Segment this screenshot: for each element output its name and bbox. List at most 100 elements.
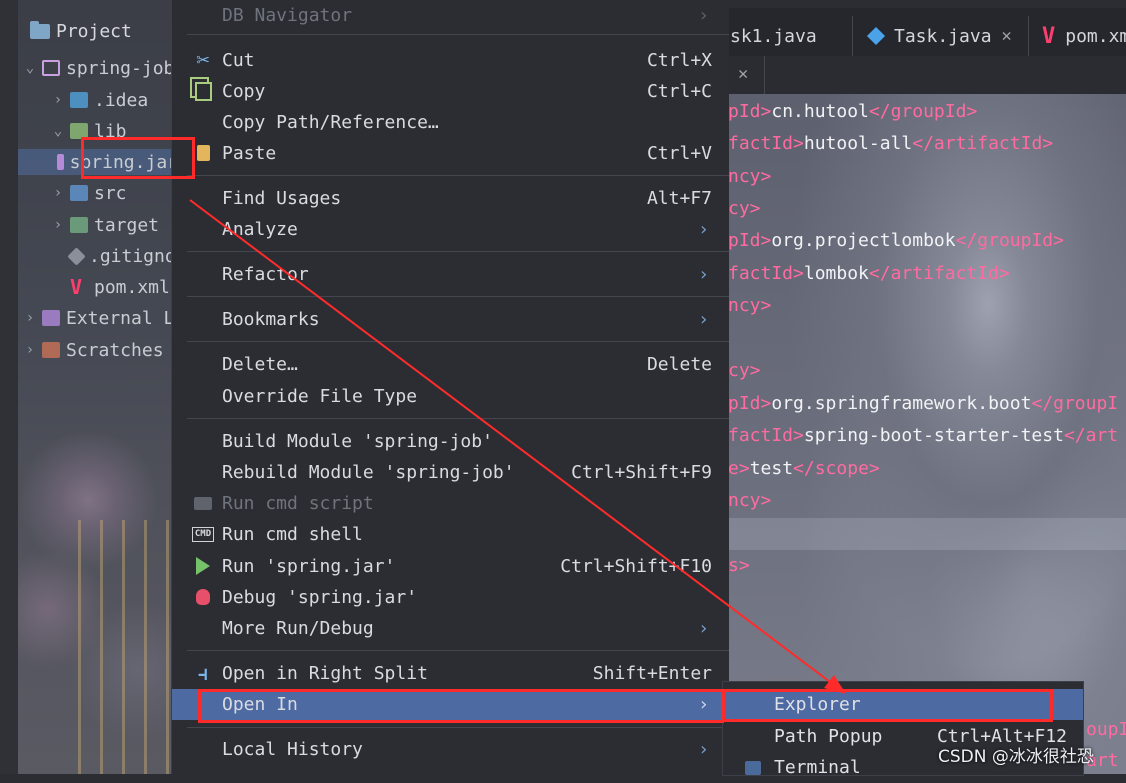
chevron-down-icon: ⌄ bbox=[25, 60, 35, 76]
code-line: factId>hutool-all</artifactId> bbox=[728, 133, 1054, 154]
tree-item-label: .idea bbox=[94, 89, 149, 111]
git-icon bbox=[67, 246, 86, 266]
printer-icon bbox=[192, 492, 214, 514]
tab-task-java[interactable]: Task.java ✕ bbox=[866, 18, 1012, 54]
code-line: oupI bbox=[1086, 719, 1126, 740]
menu-item-analyze[interactable]: Analyze › bbox=[172, 214, 729, 244]
tab-label: pom.xml bbox=[1065, 25, 1126, 47]
menu-item-copy[interactable]: Copy Ctrl+C bbox=[172, 76, 729, 106]
scratches-icon bbox=[42, 342, 60, 358]
code-line: pId>org.projectlombok</groupId> bbox=[728, 230, 1064, 251]
tree-item-target[interactable]: › target bbox=[50, 212, 159, 238]
maven-icon: V bbox=[1042, 23, 1056, 49]
editor-tab-bar: sk1.java Task.java ✕ V pom.xml bbox=[728, 8, 1126, 56]
tree-item-external-libraries[interactable]: › External Libraries bbox=[22, 305, 178, 331]
tree-item-scratches[interactable]: › Scratches and Consoles bbox=[22, 337, 178, 363]
chevron-right-icon: › bbox=[698, 218, 709, 240]
chevron-right-icon: › bbox=[698, 263, 709, 285]
code-line: s> bbox=[728, 555, 750, 576]
tab-label: sk1.java bbox=[730, 25, 817, 47]
code-editor[interactable]: pId>cn.hutool</groupId> factId>hutool-al… bbox=[728, 94, 1126, 774]
tab-label: Task.java bbox=[894, 25, 992, 47]
tree-item-label: spring-job bbox=[66, 57, 175, 79]
chevron-down-icon: ⌄ bbox=[53, 123, 63, 139]
menu-item-run-cmd-shell[interactable]: CMD Run cmd shell bbox=[172, 519, 729, 549]
chevron-right-icon: › bbox=[698, 617, 709, 639]
tab-pom-xml[interactable]: V pom.xml bbox=[1042, 18, 1126, 54]
code-line: ncy> bbox=[728, 295, 772, 316]
menu-item-refactor[interactable]: Refactor › bbox=[172, 259, 729, 289]
folder-icon bbox=[30, 20, 50, 39]
code-line: ncy> bbox=[728, 490, 772, 511]
annotation-box-jar bbox=[81, 137, 195, 179]
project-title: Project bbox=[56, 20, 132, 42]
cmd-icon: CMD bbox=[191, 523, 215, 545]
menu-item-rebuild-module[interactable]: Rebuild Module 'spring-job' Ctrl+Shift+F… bbox=[172, 457, 729, 487]
target-folder-icon bbox=[70, 217, 88, 233]
tree-item-label: target bbox=[94, 214, 160, 236]
menu-item-debug[interactable]: Debug 'spring.jar' bbox=[172, 582, 729, 612]
menu-item-local-history[interactable]: Local History › bbox=[172, 734, 729, 764]
close-icon[interactable]: ✕ bbox=[1002, 26, 1012, 46]
menu-item-cut[interactable]: ✂ Cut Ctrl+X bbox=[172, 45, 729, 75]
menu-item-build-module[interactable]: Build Module 'spring-job' bbox=[172, 426, 729, 456]
menu-item-bookmarks[interactable]: Bookmarks › bbox=[172, 304, 729, 334]
current-line-highlight bbox=[728, 518, 1126, 550]
menu-item-run-cmd-script[interactable]: Run cmd script bbox=[172, 488, 729, 518]
menu-item-copy-path[interactable]: Copy Path/Reference… bbox=[172, 107, 729, 137]
library-icon bbox=[42, 310, 60, 326]
code-line: cy> bbox=[728, 198, 761, 219]
annotation-box-explorer bbox=[722, 689, 1053, 722]
chevron-right-icon: › bbox=[698, 738, 709, 760]
close-icon[interactable]: ✕ bbox=[738, 64, 748, 84]
chevron-right-icon: › bbox=[25, 310, 35, 326]
copy-icon bbox=[192, 80, 214, 102]
tree-item-idea[interactable]: › .idea bbox=[50, 87, 148, 113]
code-line: pId>cn.hutool</groupId> bbox=[728, 101, 978, 122]
tree-item-src[interactable]: › src bbox=[50, 180, 127, 206]
menu-item-delete[interactable]: Delete… Delete bbox=[172, 349, 729, 379]
chevron-right-icon: › bbox=[53, 92, 63, 108]
terminal-icon bbox=[745, 760, 761, 775]
annotation-box-open-in bbox=[198, 689, 724, 723]
tab-sk1-java[interactable]: sk1.java bbox=[730, 18, 817, 54]
module-folder-icon bbox=[42, 60, 60, 76]
tree-item-gitignore[interactable]: .gitignore bbox=[66, 243, 178, 269]
chevron-right-icon: › bbox=[25, 342, 35, 358]
menu-item-more-run-debug[interactable]: More Run/Debug › bbox=[172, 613, 729, 643]
tree-item-label: pom.xml bbox=[94, 276, 170, 298]
project-panel-header[interactable]: Project bbox=[30, 18, 132, 44]
menu-item-find-usages[interactable]: Find Usages Alt+F7 bbox=[172, 183, 729, 213]
code-line: e>test</scope> bbox=[728, 458, 880, 479]
tree-item-label: Scratches and Consoles bbox=[66, 339, 178, 361]
source-folder-icon bbox=[70, 185, 88, 201]
idea-folder-icon bbox=[70, 92, 88, 108]
menu-item-run[interactable]: Run 'spring.jar' Ctrl+Shift+F10 bbox=[172, 551, 729, 581]
project-panel: Project ⌄ spring-job › .idea ⌄ lib sprin… bbox=[18, 0, 178, 774]
maven-icon: V bbox=[70, 275, 83, 299]
tree-item-spring-job[interactable]: ⌄ spring-job bbox=[22, 55, 175, 81]
chevron-right-icon: › bbox=[53, 217, 63, 233]
code-line: ncy> bbox=[728, 166, 772, 187]
menu-item-paste[interactable]: Paste Ctrl+V bbox=[172, 138, 729, 168]
menu-item-db-navigator[interactable]: DB Navigator › bbox=[172, 0, 729, 30]
chevron-right-icon: › bbox=[53, 185, 63, 201]
menu-item-override-file-type[interactable]: Override File Type bbox=[172, 381, 729, 411]
editor-subbar: ✕ bbox=[728, 56, 1126, 94]
tool-window-strip bbox=[0, 0, 18, 774]
split-icon: ⫞ bbox=[198, 661, 208, 685]
background-decoration-bars bbox=[78, 520, 178, 774]
scissors-icon: ✂ bbox=[196, 47, 210, 73]
code-line: pId>org.springframework.boot</groupI bbox=[728, 393, 1119, 414]
watermark: CSDN @冰冰很社恐 bbox=[938, 747, 1094, 767]
code-line: factId>spring-boot-starter-test</art bbox=[728, 425, 1119, 446]
jar-file-icon bbox=[56, 154, 64, 170]
run-icon bbox=[192, 555, 214, 577]
chevron-right-icon: › bbox=[698, 4, 709, 26]
tree-item-label: src bbox=[94, 182, 127, 204]
context-menu: DB Navigator › ✂ Cut Ctrl+X Copy Ctrl+C … bbox=[171, 0, 729, 774]
chevron-right-icon: › bbox=[698, 308, 709, 330]
menu-item-open-right-split[interactable]: ⫞ Open in Right Split Shift+Enter bbox=[172, 658, 729, 688]
tree-item-pom[interactable]: V pom.xml bbox=[66, 274, 170, 300]
tree-item-label: External Libraries bbox=[66, 307, 178, 329]
